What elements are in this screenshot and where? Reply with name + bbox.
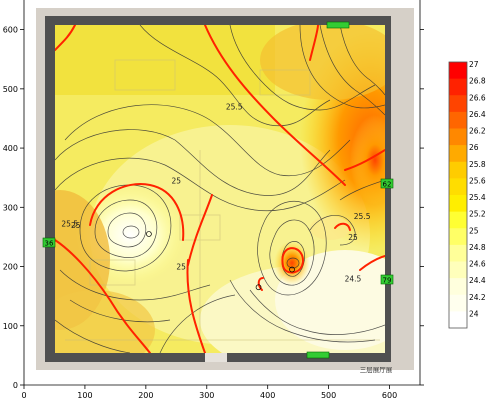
colorbar-tick-label: 26: [469, 143, 479, 152]
heat-field: [55, 25, 385, 353]
y-tick-label: 600: [3, 26, 18, 35]
x-tick-label: 0: [21, 391, 26, 400]
colorbar-swatch: [449, 145, 467, 163]
colorbar-swatch: [449, 178, 467, 196]
colorbar-tick-label: 24.6: [469, 260, 486, 269]
colorbar-tick-label: 24.4: [469, 276, 486, 285]
colorbar-swatch: [449, 278, 467, 296]
colorbar-swatch: [449, 228, 467, 246]
x-tick-label: 600: [382, 391, 397, 400]
colorbar-tick-label: 25.6: [469, 176, 486, 185]
contour-label: 25.5: [61, 219, 78, 228]
colorbar: 27 26.8 26.6 26.4 26.2 26 25.8 25.6 25.4 25.2 25 24…: [448, 60, 486, 329]
colorbar-swatch: [449, 78, 467, 96]
door-gap: [205, 353, 227, 362]
y-tick-label: 300: [3, 203, 18, 212]
contour-label: 25.5: [354, 212, 371, 221]
y-tick-label: 500: [3, 85, 18, 94]
x-tick-label: 400: [260, 391, 275, 400]
colorbar-tick-label: 24.2: [469, 293, 486, 302]
colorbar-tick-label: 26.4: [469, 110, 486, 119]
colorbar-swatch: [449, 161, 467, 179]
colorbar-tick-label: 24: [469, 309, 479, 318]
sensor-tag-right-top-label: 62: [383, 181, 392, 189]
sensor-tag-right-bottom-label: 79: [383, 277, 392, 285]
sensor-tag-left-label: 36: [45, 240, 54, 248]
colorbar-tick-label: 26.6: [469, 93, 486, 102]
x-tick-label: 100: [77, 391, 92, 400]
x-tick-label: 300: [199, 391, 214, 400]
sensor-tag-bottom: [306, 351, 330, 359]
colorbar-swatch: [449, 95, 467, 113]
colorbar-tick-label: 24.8: [469, 243, 486, 252]
temperature-contour-chart: 25.52525252525.525.524.5 36 62 79 三层展厅展 …: [3, 0, 486, 400]
contour-label: 25: [348, 233, 358, 242]
y-tick-label: 200: [3, 263, 18, 272]
contour-label: 25.5: [226, 103, 243, 112]
colorbar-swatch: [449, 244, 467, 262]
colorbar-tick-label: 25: [469, 226, 479, 235]
colorbar-swatch: [449, 195, 467, 213]
x-tick-label: 500: [321, 391, 336, 400]
colorbar-tick-label: 26.8: [469, 77, 486, 86]
colorbar-tick-label: 25.8: [469, 160, 486, 169]
x-tick-label: 200: [138, 391, 153, 400]
colorbar-swatch: [449, 261, 467, 279]
colorbar-tick-label: 27: [469, 60, 479, 69]
colorbar-swatch: [449, 128, 467, 146]
colorbar-swatch: [449, 62, 467, 80]
y-tick-label: 0: [13, 381, 18, 390]
y-tick-label: 100: [3, 322, 18, 331]
floor-annotation: 三层展厅展: [360, 366, 393, 374]
sensor-tag-top: [326, 21, 350, 29]
colorbar-tick-label: 26.2: [469, 127, 486, 136]
colorbar-tick-label: 25.2: [469, 210, 486, 219]
contour-label: 25: [176, 263, 186, 272]
colorbar-tick-label: 25.4: [469, 193, 486, 202]
contour-label: 24.5: [345, 274, 362, 283]
colorbar-swatch: [449, 311, 467, 329]
colorbar-swatch: [449, 111, 467, 129]
colorbar-swatch: [449, 211, 467, 229]
colorbar-swatch: [449, 294, 467, 312]
y-tick-label: 400: [3, 144, 18, 153]
contour-label: 25: [172, 177, 182, 186]
